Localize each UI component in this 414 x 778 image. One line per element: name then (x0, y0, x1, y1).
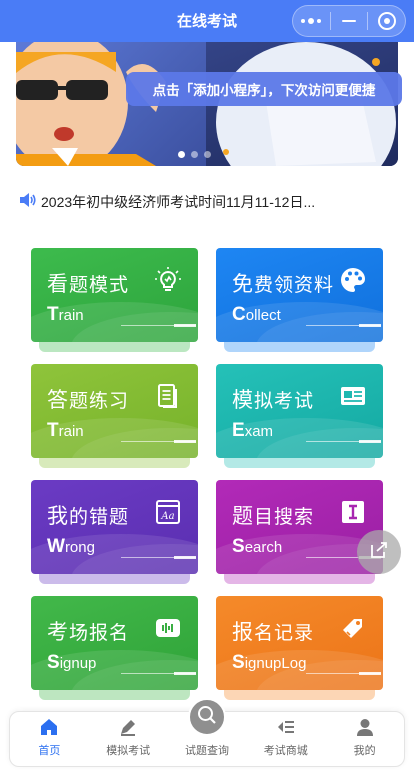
tab-label: 模拟考试 (106, 745, 151, 757)
tab-home[interactable]: 首页 (10, 712, 89, 766)
id-card-icon (339, 382, 367, 410)
top-nav-bar: 在线考试 (0, 0, 414, 42)
tab-question-search[interactable]: 试题查询 (168, 698, 247, 766)
card-title: 题目搜索 (232, 505, 315, 528)
notice-bar[interactable]: 2023年初中级经济师考试时间11月11-12日... (19, 190, 399, 214)
card-mock-exam[interactable]: 模拟考试 Exam (216, 364, 383, 458)
document-icon (154, 382, 182, 410)
card-subtitle: SignupLog (232, 652, 307, 673)
tab-mock-exam[interactable]: 模拟考试 (89, 712, 168, 766)
card-underline (121, 672, 196, 675)
card-title: 免费领资料 (232, 273, 335, 296)
card-underline (306, 324, 381, 327)
mini-program-capsule (292, 5, 406, 37)
share-button[interactable] (357, 530, 401, 574)
card-title: 考场报名 (47, 621, 130, 644)
card-shadow (224, 574, 375, 584)
tab-label: 我的 (353, 745, 376, 757)
indicator-dot[interactable] (191, 151, 198, 158)
card-underline (121, 556, 196, 559)
card-title: 看题模式 (47, 273, 130, 296)
tab-mine[interactable]: 我的 (325, 712, 404, 766)
svg-text:Aa: Aa (160, 511, 174, 522)
card-shadow (39, 342, 190, 352)
notice-text: 2023年初中级经济师考试时间11月11-12日... (41, 194, 316, 210)
home-icon (38, 716, 60, 738)
share-icon (368, 539, 390, 566)
more-dots-icon (301, 18, 322, 24)
user-icon (354, 716, 376, 738)
card-shadow (224, 342, 375, 352)
card-shadow (39, 574, 190, 584)
pen-icon (117, 716, 139, 738)
speaker-icon (19, 192, 36, 213)
card-subtitle: Signup (47, 652, 97, 673)
card-practice[interactable]: 答题练习 Train (31, 364, 198, 458)
card-title: 模拟考试 (232, 389, 315, 412)
card-subtitle: Search (232, 536, 283, 557)
bottom-tab-bar: 首页 模拟考试 试题查询 考试商城 我的 (9, 698, 405, 767)
palette-icon (339, 266, 367, 294)
card-title: 答题练习 (47, 389, 130, 412)
tag-icon (339, 614, 367, 642)
card-shadow (39, 690, 190, 700)
card-exam-signup[interactable]: 考场报名 Signup (31, 596, 198, 690)
tab-label: 考试商城 (263, 745, 308, 757)
tab-label: 试题查询 (184, 745, 229, 757)
card-subtitle: Train (47, 420, 84, 441)
card-subtitle: Wrong (47, 536, 95, 557)
minimize-button[interactable] (331, 6, 368, 36)
target-icon (377, 12, 396, 30)
card-underline (121, 440, 196, 443)
card-subtitle: Collect (232, 304, 281, 325)
more-button[interactable] (293, 6, 330, 36)
minus-icon (342, 20, 356, 22)
card-underline (306, 672, 381, 675)
banner-indicator (178, 151, 211, 158)
indicator-dot[interactable] (204, 151, 211, 158)
search-icon (196, 704, 218, 731)
waveform-icon (154, 614, 182, 642)
text-box-icon: Aa (154, 498, 182, 526)
card-view-questions[interactable]: 看题模式 Train (31, 248, 198, 342)
tab-label: 首页 (38, 745, 61, 757)
card-title: 报名记录 (232, 621, 315, 644)
search-fab[interactable] (187, 698, 226, 736)
close-mini-program-button[interactable] (368, 6, 405, 36)
card-shadow (39, 458, 190, 468)
card-underline (121, 324, 196, 327)
card-title: 我的错题 (47, 505, 130, 528)
card-shadow (224, 690, 375, 700)
list-icon (275, 716, 297, 738)
card-underline (306, 440, 381, 443)
card-wrong-questions[interactable]: 我的错题 Wrong Aa (31, 480, 198, 574)
tab-exam-mall[interactable]: 考试商城 (246, 712, 325, 766)
text-cursor-icon (339, 498, 367, 526)
indicator-dot[interactable] (178, 151, 185, 158)
card-free-materials[interactable]: 免费领资料 Collect (216, 248, 383, 342)
card-shadow (224, 458, 375, 468)
card-subtitle: Train (47, 304, 84, 325)
card-signup-record[interactable]: 报名记录 SignupLog (216, 596, 383, 690)
card-subtitle: Exam (232, 420, 274, 441)
add-mini-program-tip[interactable]: 点击「添加小程序」，下次访问更便捷 (126, 72, 402, 106)
lightbulb-icon (154, 266, 182, 294)
